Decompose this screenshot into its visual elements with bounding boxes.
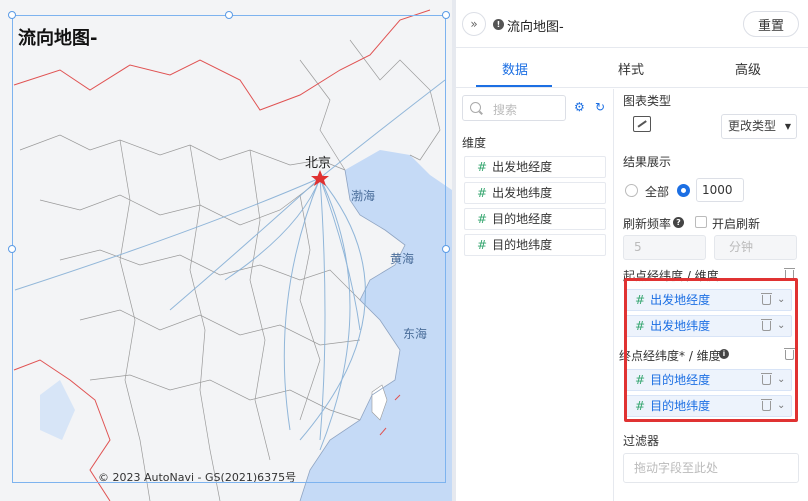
delete-icon[interactable] — [761, 399, 772, 411]
field-item[interactable]: # 目的地纬度 — [464, 234, 606, 256]
field-label: 出发地纬度 — [650, 319, 711, 333]
help-icon[interactable]: ? — [673, 217, 684, 228]
info-icon: i — [719, 349, 729, 359]
tab-style[interactable]: 样式 — [618, 59, 644, 78]
chart-type-label: 图表类型 — [623, 94, 672, 108]
delete-icon[interactable] — [784, 348, 795, 360]
map-copyright: © 2023 AutoNavi - GS(2021)6375号 — [98, 471, 297, 484]
field-label: 出发地经度 — [492, 160, 553, 174]
caret-down-icon: ▼ — [784, 122, 791, 131]
radio-all[interactable] — [625, 184, 638, 197]
result-label: 结果展示 — [623, 155, 672, 169]
flow-line — [283, 177, 321, 431]
map-chart-icon[interactable] — [633, 116, 651, 132]
search-input[interactable]: 搜索 — [462, 95, 566, 121]
refresh-unit-select[interactable]: 分钟 — [714, 235, 797, 260]
auto-refresh-label: 开启刷新 — [712, 217, 761, 231]
delete-icon[interactable] — [784, 268, 795, 280]
resize-handle[interactable] — [442, 11, 450, 19]
field-hash-icon: # — [477, 212, 488, 226]
radio-limit[interactable] — [677, 184, 690, 197]
search-placeholder: 搜索 — [493, 103, 518, 117]
city-label-beijing: 北京 — [305, 156, 332, 171]
field-hash-icon: # — [635, 293, 646, 307]
refresh-value-input[interactable]: 5 — [623, 235, 706, 260]
sea-area — [300, 150, 452, 501]
field-hash-icon: # — [635, 373, 646, 387]
radio-all-label: 全部 — [645, 185, 670, 199]
config-panel: » ! 流向地图- 重置 数据 样式 高级 搜索 ⚙ ↻ 维度 # 出发地经度 #… — [456, 0, 808, 501]
resize-handle[interactable] — [8, 245, 16, 253]
flow-line — [224, 177, 321, 281]
start-field-pill[interactable]: # 出发地经度 ⌄ — [624, 289, 792, 311]
reset-button[interactable]: 重置 — [743, 11, 799, 37]
end-field-pill[interactable]: # 目的地纬度 ⌄ — [624, 395, 792, 417]
chevron-down-icon[interactable]: ⌄ — [777, 290, 785, 310]
field-label: 目的地纬度 — [492, 238, 553, 252]
search-icon — [470, 102, 481, 113]
delete-icon[interactable] — [761, 319, 772, 331]
active-tab-indicator — [476, 85, 552, 87]
result-limit-input[interactable]: 1000 — [696, 178, 744, 202]
settings-gear-icon[interactable]: ⚙ — [574, 100, 585, 114]
field-label: 目的地纬度 — [650, 399, 711, 413]
end-coords-label: 终点经纬度* / 维度 — [619, 349, 721, 363]
chart-name[interactable]: 流向地图- — [507, 16, 564, 35]
field-label: 出发地纬度 — [492, 186, 553, 200]
field-item[interactable]: # 出发地经度 — [464, 156, 606, 178]
flow-map — [13, 9, 452, 501]
field-hash-icon: # — [477, 186, 488, 200]
filter-label: 过滤器 — [623, 434, 660, 448]
auto-refresh-checkbox[interactable] — [695, 216, 707, 228]
resize-handle[interactable] — [8, 11, 16, 19]
field-item[interactable]: # 出发地纬度 — [464, 182, 606, 204]
chevron-down-icon[interactable]: ⌄ — [777, 396, 785, 416]
chevron-down-icon[interactable]: ⌄ — [777, 370, 785, 390]
resize-handle[interactable] — [225, 11, 233, 19]
config-header: » ! 流向地图- 重置 — [456, 0, 808, 48]
field-hash-icon: # — [477, 238, 488, 252]
fields-column: 搜索 ⚙ ↻ 维度 # 出发地经度 # 出发地纬度 # 目的地经度 # 目的地纬度 — [456, 89, 614, 501]
flow-line — [319, 177, 326, 441]
flow-line — [14, 177, 321, 291]
start-field-pill[interactable]: # 出发地纬度 ⌄ — [624, 315, 792, 337]
field-label: 出发地经度 — [650, 293, 711, 307]
end-field-pill[interactable]: # 目的地经度 ⌄ — [624, 369, 792, 391]
refresh-icon[interactable]: ↻ — [595, 100, 605, 114]
change-type-label: 更改类型 — [728, 119, 777, 133]
sea-label-bohai: 渤海 — [351, 189, 376, 203]
refresh-label: 刷新频率 — [623, 217, 672, 231]
config-tabs: 数据 样式 高级 — [456, 48, 808, 88]
tab-data[interactable]: 数据 — [502, 59, 528, 78]
sea-label-donghai: 东海 — [403, 327, 428, 341]
sea-label-huanghai: 黄海 — [390, 252, 415, 266]
field-item[interactable]: # 目的地经度 — [464, 208, 606, 230]
field-hash-icon: # — [477, 160, 488, 174]
chevron-down-icon[interactable]: ⌄ — [777, 316, 785, 336]
settings-column: 图表类型 更改类型 ▼ 结果展示 全部 1000 刷新频率 ? 开启刷新 5 分钟… — [615, 89, 808, 501]
info-icon: ! — [493, 19, 504, 30]
sea-area — [40, 380, 75, 440]
field-hash-icon: # — [635, 399, 646, 413]
tab-advanced[interactable]: 高级 — [735, 59, 761, 78]
field-label: 目的地经度 — [650, 373, 711, 387]
map-canvas[interactable]: 流向地图- 北京 渤海 黄海 东海 © 2023 AutoNavi - GS(2… — [0, 0, 452, 501]
map-title: 流向地图- — [18, 28, 98, 49]
filter-drop-zone[interactable]: 拖动字段至此处 — [623, 453, 799, 483]
resize-handle[interactable] — [442, 245, 450, 253]
dimension-label: 维度 — [462, 136, 487, 150]
change-type-select[interactable]: 更改类型 ▼ — [721, 114, 797, 139]
flow-line — [169, 177, 321, 311]
delete-icon[interactable] — [761, 293, 772, 305]
double-chevron-right-icon[interactable]: » — [462, 12, 486, 36]
delete-icon[interactable] — [761, 373, 772, 385]
flow-line — [299, 177, 366, 441]
field-hash-icon: # — [635, 319, 646, 333]
field-label: 目的地经度 — [492, 212, 553, 226]
start-coords-label: 起点经纬度 / 维度 — [623, 269, 719, 283]
